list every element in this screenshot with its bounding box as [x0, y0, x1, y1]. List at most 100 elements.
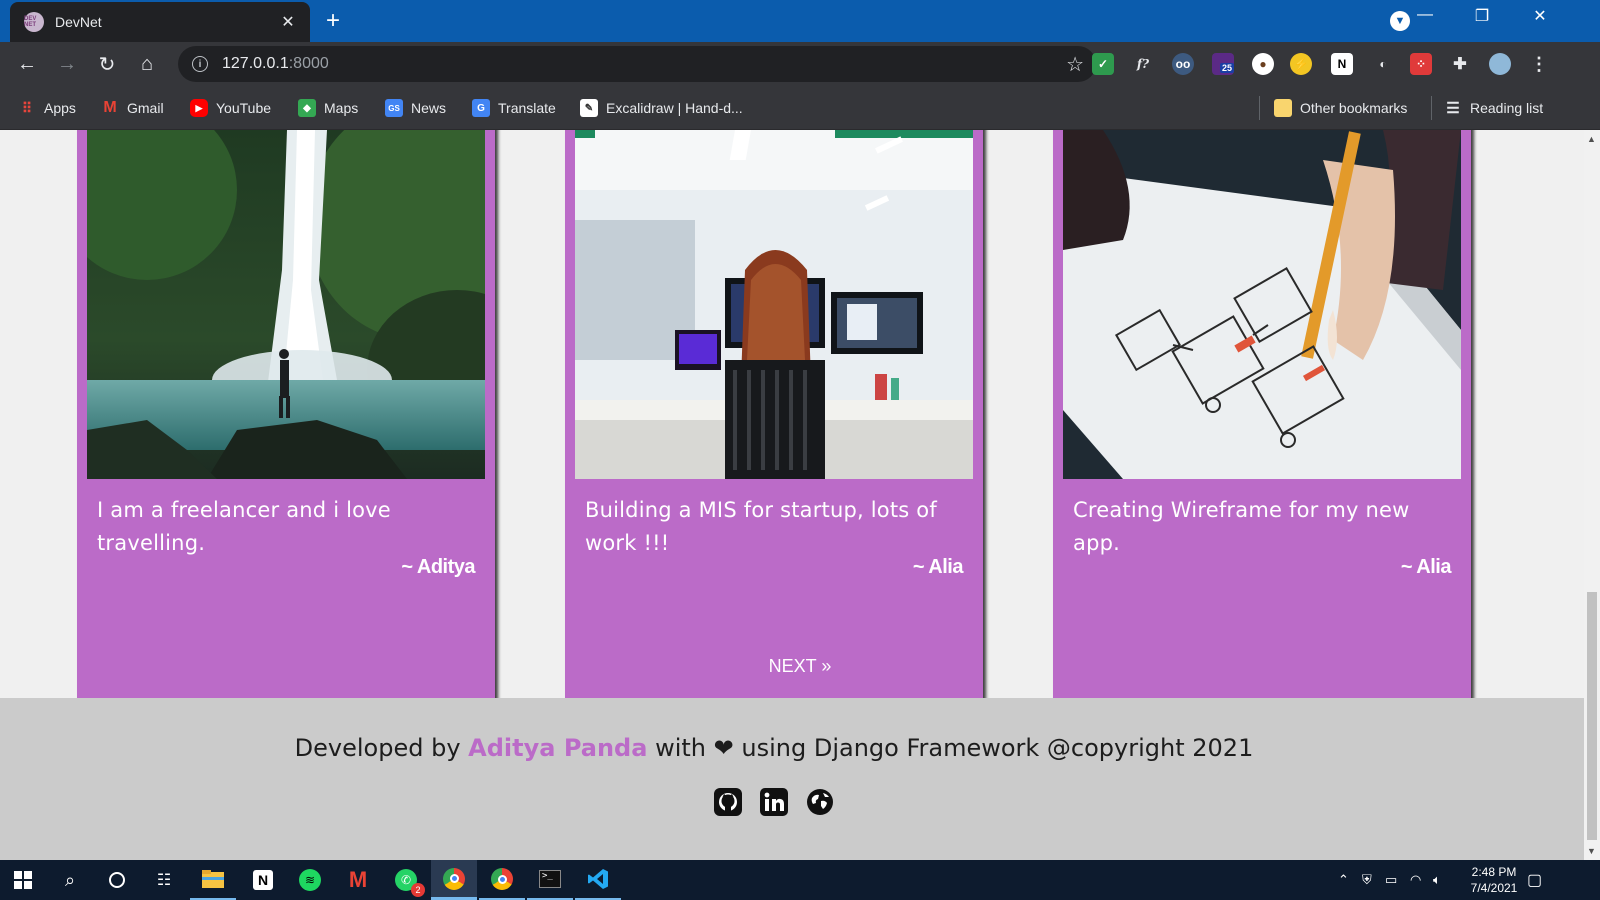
- chrome-profile-icon[interactable]: [479, 860, 525, 900]
- cortana-icon[interactable]: [94, 860, 140, 900]
- globe-icon[interactable]: [806, 788, 834, 816]
- profile-avatar-icon[interactable]: [1489, 53, 1511, 75]
- back-icon[interactable]: ←: [15, 52, 39, 76]
- task-view-icon[interactable]: ☷: [141, 860, 187, 900]
- show-hidden-icons[interactable]: ⌃: [1338, 860, 1349, 900]
- other-bookmarks[interactable]: Other bookmarks: [1274, 97, 1407, 119]
- tab-title: DevNet: [55, 14, 102, 30]
- whatsapp-badge: 2: [411, 883, 425, 897]
- gmail-taskbar-icon[interactable]: M: [335, 860, 381, 900]
- notion-taskbar-icon[interactable]: N: [240, 860, 286, 900]
- terminal-icon[interactable]: >_: [527, 860, 573, 900]
- tab-strip: DEV NET DevNet ✕ + ▼ — ❐ ✕: [0, 0, 1600, 42]
- address-bar[interactable]: i 127.0.0.1:8000 ☆: [178, 46, 1096, 82]
- bookmarks-bar: ⠿ Apps M Gmail ▶ YouTube ◆ Maps GS News …: [0, 86, 1600, 130]
- reload-icon[interactable]: ↻: [95, 52, 119, 76]
- bookmark-label: Maps: [324, 100, 359, 116]
- vscode-icon[interactable]: [575, 860, 621, 900]
- palette-extension-icon[interactable]: ◐: [1372, 53, 1394, 75]
- bookmark-news[interactable]: GS News: [385, 97, 446, 119]
- post-caption: Building a MIS for startup, lots of work…: [585, 498, 937, 555]
- page-scrollbar[interactable]: ▲ ▼: [1584, 130, 1600, 860]
- bookmark-maps[interactable]: ◆ Maps: [298, 97, 358, 119]
- apps-grid-icon: ⠿: [21, 99, 33, 116]
- scroll-down-icon[interactable]: ▼: [1587, 846, 1596, 856]
- python-extension-icon[interactable]: ⚡: [1290, 53, 1312, 75]
- restore-icon[interactable]: ❐: [1467, 6, 1497, 26]
- post-card[interactable]: I am a freelancer and i love travelling.…: [77, 130, 495, 760]
- bookmark-youtube[interactable]: ▶ YouTube: [190, 97, 271, 119]
- other-bookmarks-label: Other bookmarks: [1300, 100, 1408, 116]
- glasses-extension-icon[interactable]: oo: [1172, 53, 1194, 75]
- post-caption: I am a freelancer and i love travelling.: [97, 498, 391, 555]
- scrollbar-thumb[interactable]: [1587, 592, 1597, 840]
- dice-extension-icon[interactable]: ⁘: [1410, 53, 1432, 75]
- devnet-favicon-icon: DEV NET: [24, 12, 44, 32]
- font-extension-icon[interactable]: f?: [1132, 53, 1154, 75]
- bookmark-label: Gmail: [127, 100, 164, 116]
- post-author[interactable]: ~ Aditya: [401, 556, 475, 579]
- taskbar-clock[interactable]: 2:48 PM 7/4/2021: [1466, 864, 1522, 896]
- footer-credit: Developed by Aditya Panda with ❤ using D…: [0, 734, 1548, 762]
- bookmark-gmail[interactable]: M Gmail: [101, 97, 164, 119]
- excalidraw-icon: ✎: [580, 99, 598, 117]
- shield-extension-icon[interactable]: ✓: [1092, 53, 1114, 75]
- translate-icon: G: [472, 99, 490, 117]
- page-viewport: I am a freelancer and i love travelling.…: [0, 130, 1584, 860]
- menu-kebab-icon[interactable]: ⋮: [1528, 53, 1550, 75]
- window-close-icon[interactable]: ✕: [1525, 6, 1555, 26]
- url-text: 127.0.0.1:8000: [222, 55, 329, 72]
- social-links: [714, 788, 834, 816]
- notion-extension-icon[interactable]: N: [1331, 53, 1353, 75]
- spotify-icon[interactable]: ≋: [287, 860, 333, 900]
- security-tray-icon[interactable]: ⛨: [1362, 860, 1372, 900]
- whatsapp-icon[interactable]: ✆ 2: [383, 860, 429, 900]
- folder-icon: [1274, 99, 1292, 117]
- office-photo: [575, 130, 973, 479]
- post-caption: Creating Wireframe for my new app.: [1073, 498, 1410, 555]
- bookmark-separator: [1431, 96, 1432, 120]
- maps-icon: ◆: [298, 99, 316, 117]
- bookmark-label: News: [411, 100, 447, 116]
- site-info-icon[interactable]: i: [192, 56, 208, 72]
- cookie-extension-icon[interactable]: ●: [1252, 53, 1274, 75]
- post-author[interactable]: ~ Alia: [1401, 556, 1452, 579]
- volume-icon[interactable]: 🔈︎: [1433, 860, 1441, 900]
- bookmark-label: Apps: [44, 100, 76, 116]
- browser-tab[interactable]: DEV NET DevNet ✕: [10, 2, 310, 42]
- bookmark-translate[interactable]: G Translate: [472, 97, 556, 119]
- bookmark-label: Excalidraw | Hand-d...: [606, 100, 743, 116]
- calendar-extension-icon[interactable]: 25: [1212, 53, 1235, 75]
- tab-search-icon[interactable]: ▼: [1390, 11, 1410, 31]
- file-explorer-icon[interactable]: [190, 860, 236, 900]
- bookmark-apps[interactable]: ⠿ Apps: [18, 97, 76, 119]
- extensions-puzzle-icon[interactable]: ✚: [1449, 53, 1471, 75]
- bookmark-label: YouTube: [216, 100, 272, 116]
- post-card[interactable]: Creating Wireframe for my new app. ~ Ali…: [1053, 130, 1471, 760]
- news-icon: GS: [385, 99, 403, 117]
- windows-start-icon[interactable]: [0, 860, 46, 900]
- browser-toolbar: ← → ↻ ⌂ i 127.0.0.1:8000 ☆ ✓ f? oo 25 ● …: [0, 42, 1600, 86]
- bookmark-excalidraw[interactable]: ✎ Excalidraw | Hand-d...: [580, 97, 743, 119]
- search-icon[interactable]: ⌕: [47, 860, 93, 900]
- bookmark-star-icon[interactable]: ☆: [1066, 52, 1084, 77]
- next-page-button[interactable]: NEXT »: [754, 643, 846, 689]
- minimize-icon[interactable]: —: [1410, 6, 1440, 24]
- scroll-up-icon[interactable]: ▲: [1587, 134, 1596, 144]
- linkedin-icon[interactable]: [760, 788, 788, 816]
- home-icon[interactable]: ⌂: [135, 52, 159, 76]
- battery-icon[interactable]: ▭: [1385, 860, 1397, 900]
- reading-list[interactable]: ☰ Reading list: [1444, 97, 1543, 119]
- github-icon[interactable]: [714, 788, 742, 816]
- footer-with: with: [655, 734, 706, 762]
- footer-author-link[interactable]: Aditya Panda: [468, 734, 647, 762]
- post-author[interactable]: ~ Alia: [913, 556, 964, 579]
- site-footer: Developed by Aditya Panda with ❤ using D…: [0, 698, 1584, 860]
- wifi-icon[interactable]: ◠: [1410, 860, 1421, 900]
- tab-close-icon[interactable]: ✕: [278, 12, 298, 32]
- wireframe-sketch-photo: [1063, 130, 1461, 479]
- new-tab-icon[interactable]: +: [326, 8, 340, 34]
- chrome-icon[interactable]: [431, 860, 477, 900]
- forward-icon[interactable]: →: [55, 52, 79, 76]
- notifications-icon[interactable]: ▢: [1527, 860, 1542, 900]
